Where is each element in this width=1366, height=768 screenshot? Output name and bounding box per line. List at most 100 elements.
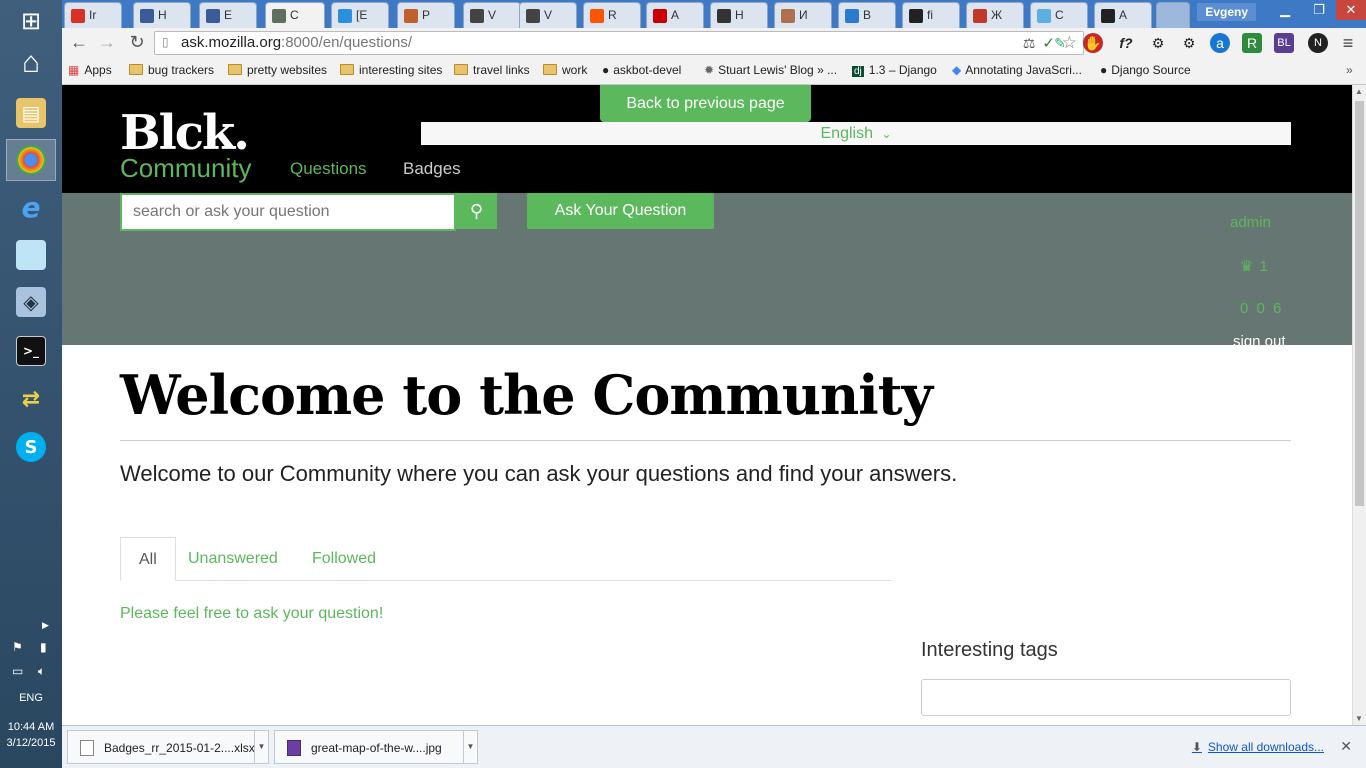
clock-time[interactable]: 10:44 AM bbox=[0, 721, 62, 733]
chevron-down-icon: ⌄ bbox=[881, 127, 892, 141]
taskbar-network-tool[interactable]: ⇄ bbox=[6, 378, 56, 420]
bookmark-pretty-websites[interactable]: pretty websites bbox=[228, 63, 327, 77]
browser-tab[interactable]: B bbox=[838, 2, 896, 28]
scroll-down-icon[interactable]: ▼ bbox=[1355, 714, 1363, 723]
bookmark-askbot-devel[interactable]: ● askbot-devel bbox=[602, 63, 681, 77]
extension-r-icon[interactable]: R bbox=[1242, 33, 1262, 53]
reputation-count: 1 bbox=[1259, 258, 1268, 275]
chevron-down-icon[interactable]: ▼ bbox=[463, 731, 477, 763]
show-all-downloads-link[interactable]: ⬇ Show all downloads... bbox=[1192, 740, 1324, 754]
bookmark-apps[interactable]: ▦ Apps bbox=[68, 63, 112, 77]
close-window-icon[interactable]: ✕ bbox=[1336, 0, 1366, 20]
browser-tab[interactable]: [E bbox=[331, 2, 389, 28]
site-logo-subtitle[interactable]: Community bbox=[120, 153, 251, 184]
extension-n-icon[interactable]: N bbox=[1308, 33, 1328, 53]
back-arrow-icon[interactable]: ← bbox=[68, 32, 90, 53]
browser-tab[interactable]: Ж bbox=[966, 2, 1024, 28]
chevron-down-icon[interactable]: ▼ bbox=[254, 731, 268, 763]
user-badges[interactable]: 0 0 6 bbox=[1240, 300, 1283, 317]
reload-icon[interactable]: ↻ bbox=[126, 32, 148, 53]
minimize-icon[interactable]: ▁ bbox=[1268, 0, 1302, 20]
start-button[interactable]: ⊞ bbox=[6, 0, 56, 42]
browser-tab[interactable]: fi bbox=[902, 2, 960, 28]
browser-tab[interactable]: E bbox=[199, 2, 257, 28]
forward-arrow-icon[interactable]: → bbox=[96, 32, 118, 53]
taskbar-chrome[interactable] bbox=[6, 139, 56, 181]
extension-settings-icon[interactable]: ⚙ bbox=[1148, 33, 1168, 53]
extension-scale-icon[interactable]: ⚖ bbox=[1019, 33, 1039, 53]
scrollbar-thumb[interactable] bbox=[1355, 101, 1364, 506]
search-input[interactable] bbox=[120, 193, 456, 231]
download-item-jpg[interactable]: great-map-of-the-w....jpg ▼ bbox=[274, 730, 478, 764]
browser-tab[interactable]: C bbox=[265, 2, 325, 28]
restore-icon[interactable]: ❐ bbox=[1302, 0, 1336, 20]
extension-bl-icon[interactable]: BL bbox=[1274, 33, 1294, 53]
bookmark-stuart-lewis-blog[interactable]: ✹ Stuart Lewis' Blog » ... bbox=[704, 63, 837, 77]
extension-pen-icon[interactable]: ✎ bbox=[1050, 33, 1070, 53]
taskbar-skype[interactable]: S bbox=[6, 426, 56, 468]
browser-tab[interactable]: V bbox=[519, 2, 577, 28]
bookmark-django-source[interactable]: ● Django Source bbox=[1100, 63, 1191, 77]
tray-expand-icon[interactable]: ▶ bbox=[42, 620, 49, 631]
github-icon bbox=[909, 8, 923, 23]
taskbar-internet-explorer[interactable]: e bbox=[6, 186, 56, 228]
page-scrollbar[interactable]: ▲ ▼ bbox=[1352, 85, 1366, 725]
user-reputation[interactable]: ♛ 1 bbox=[1240, 257, 1268, 275]
chrome-menu-icon[interactable]: ≡ bbox=[1338, 33, 1358, 53]
address-bar[interactable]: ▯ ask.mozilla.org:8000/en/questions/ ✓ ☆ bbox=[154, 31, 1084, 55]
bookmark-travel-links[interactable]: travel links bbox=[454, 63, 530, 77]
browser-tab[interactable]: H bbox=[133, 2, 191, 28]
network-status-icon[interactable]: ▭ bbox=[12, 664, 23, 678]
browser-tab[interactable]: P bbox=[397, 2, 455, 28]
browser-tab[interactable]: Ir bbox=[64, 2, 122, 28]
gmail-icon bbox=[71, 8, 85, 23]
interesting-tags-input[interactable] bbox=[921, 679, 1291, 716]
user-profile-link[interactable]: admin bbox=[1230, 214, 1271, 231]
bookmark-interesting-sites[interactable]: interesting sites bbox=[340, 63, 442, 77]
volume-icon[interactable]: 🔈︎ bbox=[38, 664, 45, 679]
taskbar-file-explorer[interactable]: ▤ bbox=[6, 92, 56, 134]
nav-questions[interactable]: Questions bbox=[290, 159, 367, 179]
extension-fx-icon[interactable]: f? bbox=[1116, 33, 1136, 53]
tab-all[interactable]: All bbox=[120, 537, 176, 581]
new-tab-button[interactable] bbox=[1156, 2, 1190, 28]
bookmarks-overflow-icon[interactable]: » bbox=[1346, 63, 1353, 77]
profile-button[interactable]: Evgeny bbox=[1197, 3, 1256, 21]
bookmark-annotating-javascript[interactable]: ◆ Annotating JavaScri... bbox=[952, 63, 1082, 77]
extension-gear-icon[interactable]: ⚙ bbox=[1179, 33, 1199, 53]
browser-tab[interactable]: C bbox=[1030, 2, 1088, 28]
language-indicator[interactable]: ENG bbox=[0, 692, 62, 704]
empty-questions-message[interactable]: Please feel free to ask your question! bbox=[120, 605, 383, 623]
taskbar-terminal[interactable]: >_ bbox=[6, 330, 56, 372]
browser-tab[interactable]: H bbox=[710, 2, 768, 28]
desktop-home-button[interactable]: ⌂ bbox=[6, 42, 56, 84]
system-tray: ▶ ⚑ ▮ ▭ 🔈︎ ENG 10:44 AM 3/12/2015 bbox=[0, 618, 62, 768]
close-downloads-icon[interactable]: ✕ bbox=[1340, 738, 1352, 755]
nav-badges[interactable]: Badges bbox=[403, 159, 461, 179]
browser-tab[interactable]: V bbox=[463, 2, 521, 28]
bookmark-bug-trackers[interactable]: bug trackers bbox=[129, 63, 214, 77]
search-button[interactable]: ⚲ bbox=[456, 193, 497, 229]
browser-tab[interactable]: И bbox=[774, 2, 832, 28]
browser-tab[interactable]: A bbox=[1094, 2, 1152, 28]
browser-tab[interactable]: R bbox=[583, 2, 641, 28]
taskbar-virtualbox[interactable]: ◈ bbox=[6, 281, 56, 323]
bookmark-django-13[interactable]: dj 1.3 – Django bbox=[852, 63, 937, 77]
tab-title: H bbox=[158, 8, 167, 22]
back-to-previous-page-button[interactable]: Back to previous page bbox=[600, 85, 811, 122]
download-item-xlsx[interactable]: Badges_rr_2015-01-2....xlsx ▼ bbox=[67, 730, 269, 764]
tab-followed[interactable]: Followed bbox=[294, 537, 394, 581]
flag-icon[interactable]: ⚑ bbox=[12, 640, 23, 654]
ask-question-button[interactable]: Ask Your Question bbox=[527, 193, 714, 229]
adblock-icon[interactable]: ✋ bbox=[1083, 33, 1103, 53]
bookmark-work[interactable]: work bbox=[543, 63, 587, 77]
sign-out-link[interactable]: sign out bbox=[1233, 333, 1286, 350]
taskbar-notepad[interactable] bbox=[6, 234, 56, 276]
clock-date[interactable]: 3/12/2015 bbox=[0, 737, 62, 749]
scroll-up-icon[interactable]: ▲ bbox=[1355, 87, 1363, 96]
battery-icon[interactable]: ▮ bbox=[40, 640, 47, 654]
extension-a-icon[interactable]: a bbox=[1210, 33, 1230, 53]
browser-tab[interactable]: A bbox=[646, 2, 704, 28]
tab-unanswered[interactable]: Unanswered bbox=[170, 537, 296, 581]
language-selector[interactable]: English ⌄ bbox=[421, 122, 1291, 145]
